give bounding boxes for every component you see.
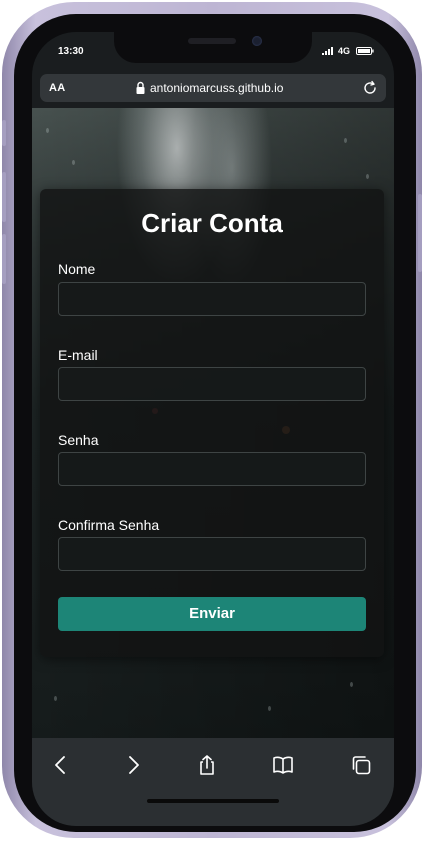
rain-drop (46, 128, 49, 133)
url-text: antoniomarcuss.github.io (150, 81, 284, 95)
reader-settings-button[interactable]: AA (49, 82, 66, 94)
name-input[interactable] (58, 282, 366, 316)
status-time: 13:30 (58, 46, 84, 57)
share-icon[interactable] (196, 754, 218, 776)
rain-drop (54, 696, 57, 701)
notch (114, 32, 312, 63)
signup-card: Criar Conta Nome E-mail Senha Confirma S… (40, 189, 384, 657)
mute-switch (2, 120, 6, 146)
speaker (188, 38, 236, 44)
rain-drop (366, 174, 369, 179)
phone-screen: 13:30 4G AA antoniomarcuss.github.io Cri… (32, 32, 394, 826)
bookmarks-icon[interactable] (272, 754, 294, 776)
rain-drop (72, 160, 75, 165)
rain-drop (350, 682, 353, 687)
rain-drop (344, 138, 347, 143)
address-bar[interactable]: AA antoniomarcuss.github.io (40, 74, 386, 102)
name-label: Nome (58, 261, 96, 277)
lock-icon (136, 81, 145, 94)
network-type: 4G (338, 46, 351, 56)
confirm-password-input[interactable] (58, 537, 366, 571)
confirm-password-label: Confirma Senha (58, 517, 160, 533)
submit-button[interactable]: Enviar (58, 597, 366, 631)
page-content: Criar Conta Nome E-mail Senha Confirma S… (32, 108, 394, 738)
volume-down-button (2, 234, 6, 284)
home-indicator (147, 799, 279, 803)
battery-icon (356, 47, 374, 55)
rain-drop (268, 706, 271, 711)
browser-toolbar (32, 738, 394, 826)
forward-icon[interactable] (122, 754, 144, 776)
signal-icon (322, 47, 333, 55)
front-camera (252, 36, 262, 46)
power-button (418, 194, 422, 272)
reload-icon[interactable] (362, 80, 378, 96)
password-label: Senha (58, 432, 99, 448)
password-input[interactable] (58, 452, 366, 486)
browser-address-area: AA antoniomarcuss.github.io (32, 72, 394, 108)
email-input[interactable] (58, 367, 366, 401)
back-icon[interactable] (50, 754, 72, 776)
volume-up-button (2, 172, 6, 222)
tabs-icon[interactable] (350, 754, 372, 776)
form-title: Criar Conta (141, 208, 283, 238)
email-label: E-mail (58, 347, 98, 363)
